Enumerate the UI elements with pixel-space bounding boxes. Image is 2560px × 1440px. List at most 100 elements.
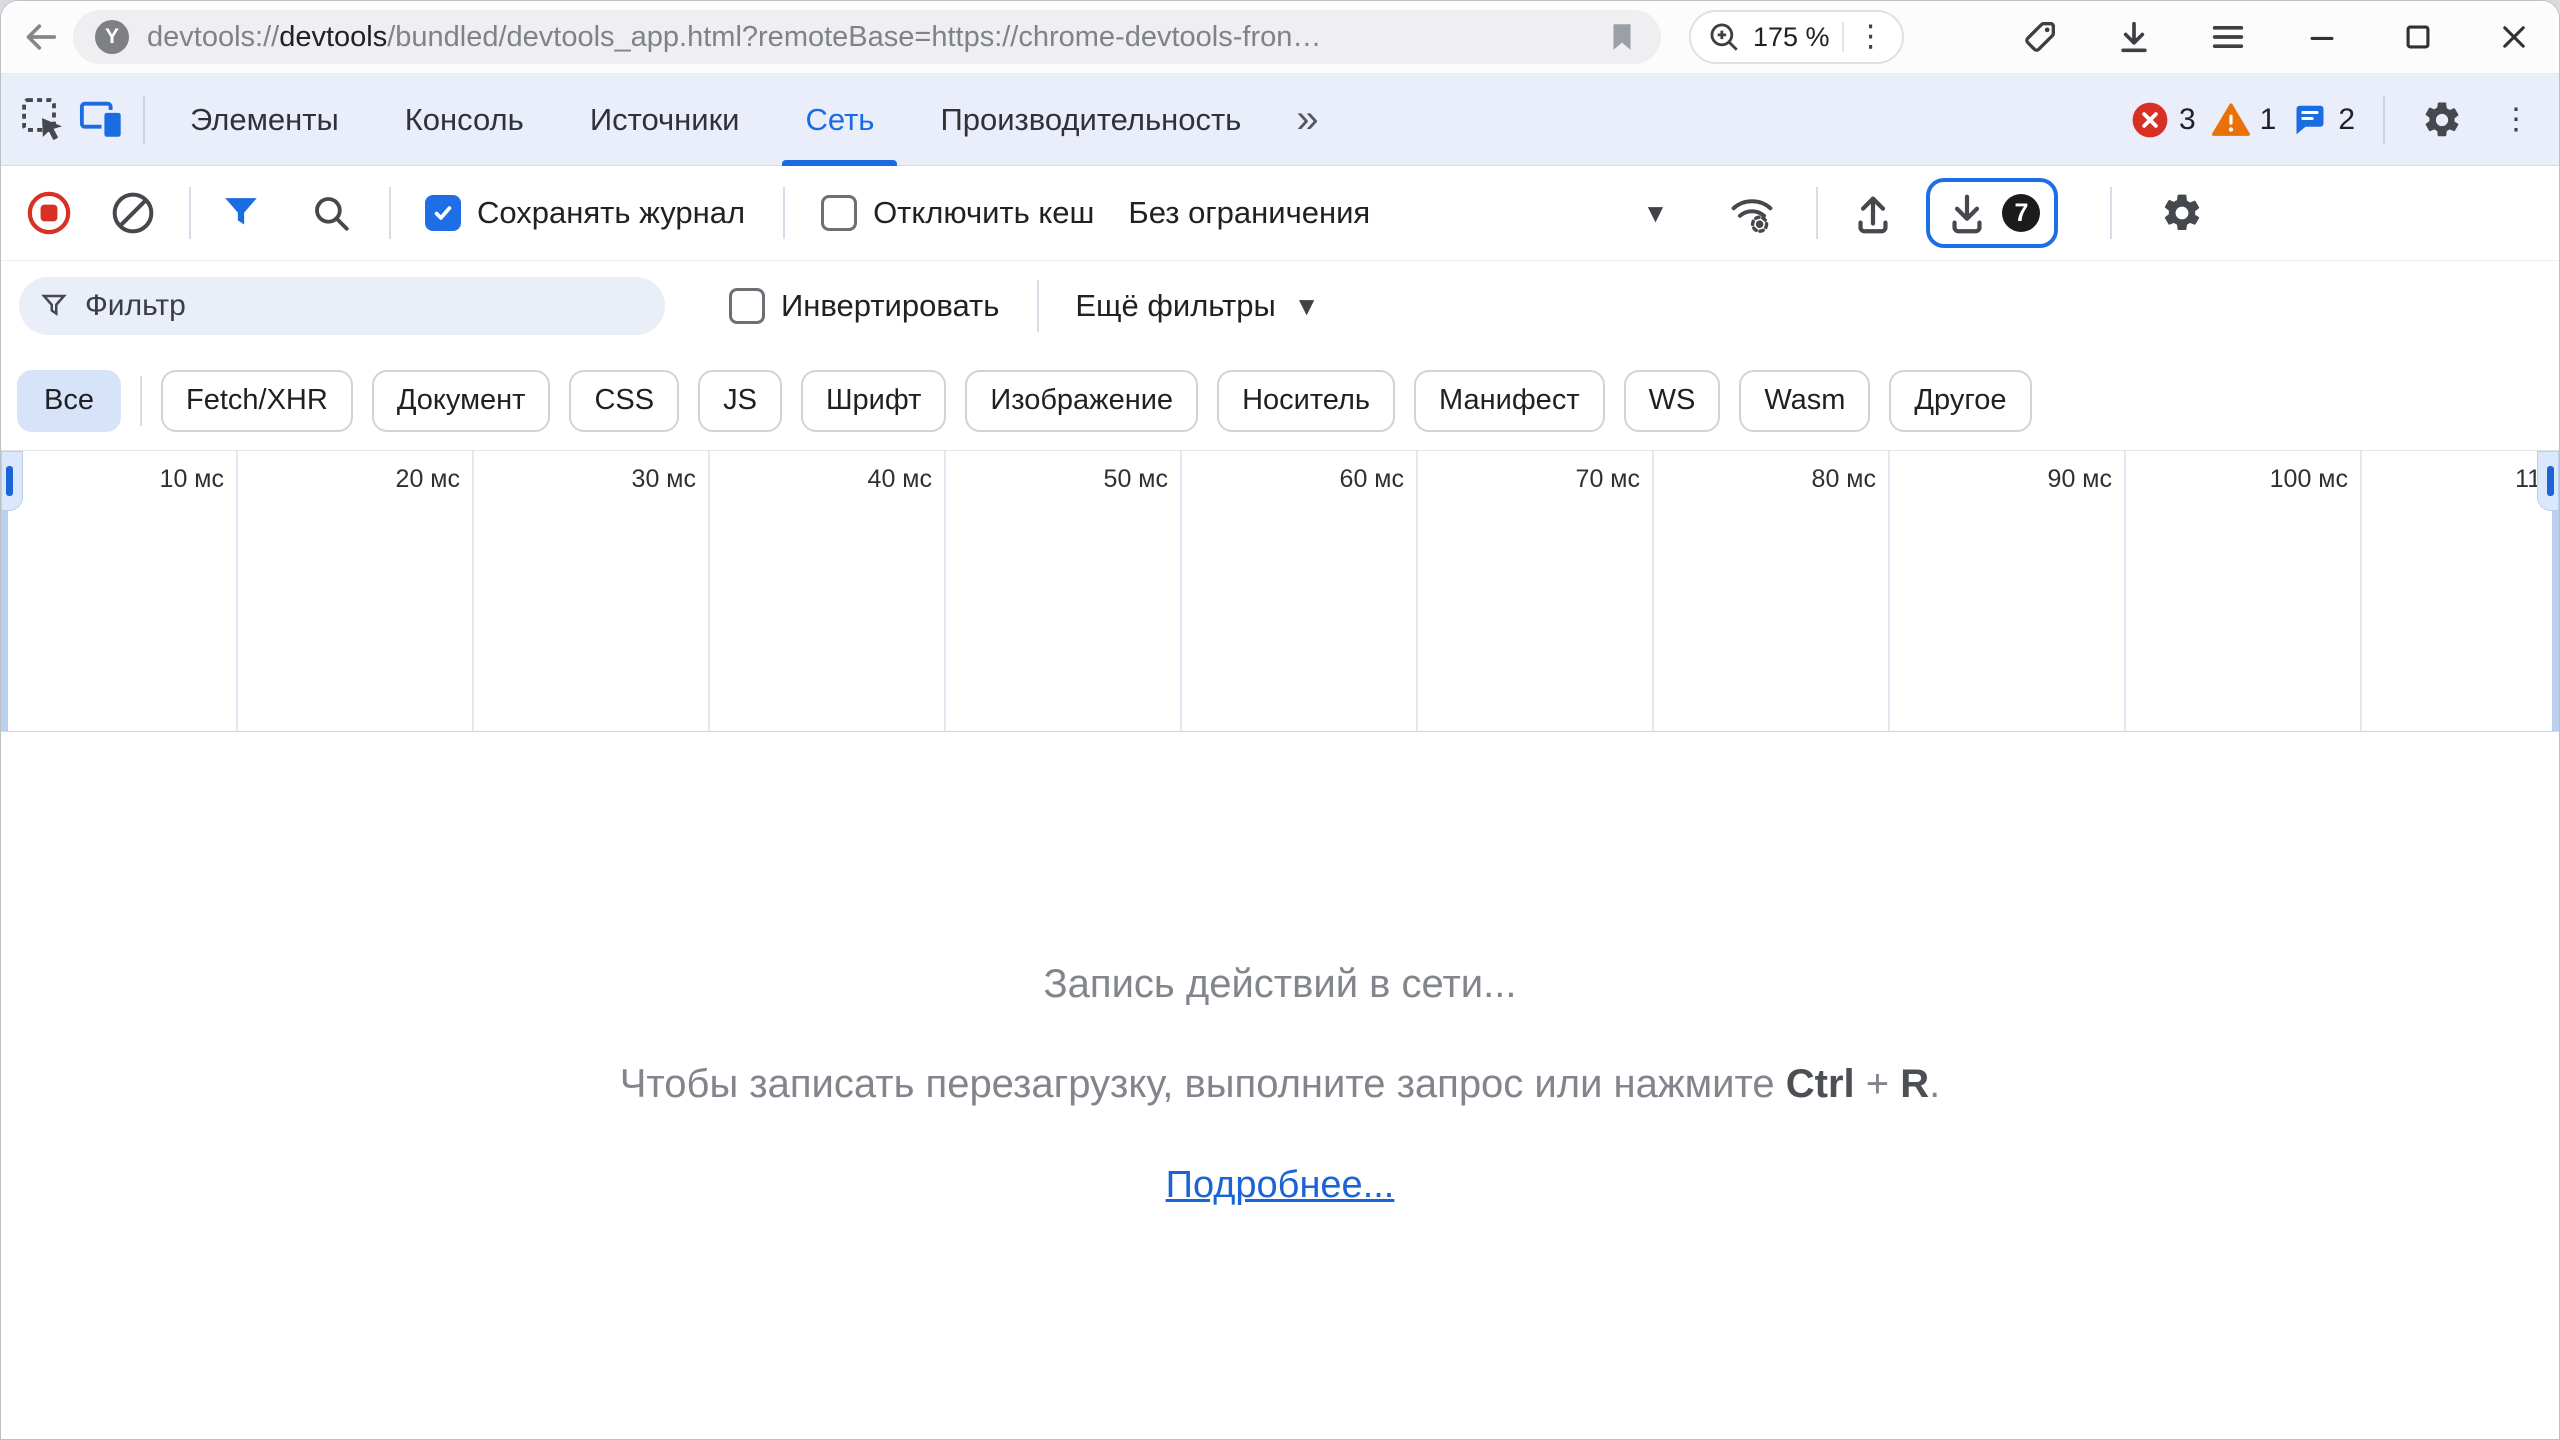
tab-performance[interactable]: Производительность	[907, 74, 1274, 166]
divider	[389, 187, 391, 239]
browser-menu-button[interactable]	[2205, 14, 2251, 60]
network-overview-timeline[interactable]: 10 мс 20 мс 30 мс 40 мс 50 мс 60 мс 70 м…	[1, 451, 2559, 732]
download-count-badge: 7	[2002, 194, 2040, 232]
inspect-cursor-icon	[21, 97, 67, 143]
chevron-down-icon[interactable]: ▼	[1294, 291, 1320, 322]
messages-icon	[2292, 102, 2328, 138]
overview-left-handle[interactable]	[1, 451, 8, 731]
network-settings-button[interactable]	[2152, 183, 2212, 243]
device-toolbar-toggle[interactable]	[73, 91, 131, 149]
empty-state-hint: Чтобы записать перезагрузку, выполните з…	[1, 1062, 2559, 1107]
chip-media[interactable]: Носитель	[1217, 370, 1395, 432]
ruler-tick: 30 мс	[474, 451, 710, 731]
site-favicon: Y	[95, 20, 129, 54]
r-key-label: R	[1900, 1062, 1929, 1106]
filter-input[interactable]	[85, 289, 645, 323]
import-har-button[interactable]	[1844, 184, 1902, 242]
error-count: 3	[2179, 103, 2196, 137]
wifi-gear-icon	[1728, 189, 1776, 237]
warning-counter[interactable]: 1	[2212, 101, 2277, 139]
chevron-down-icon: ▼	[1643, 198, 1669, 229]
divider	[143, 96, 145, 144]
network-empty-state: Запись действий в сети... Чтобы записать…	[1, 732, 2559, 1439]
ruler-tick: 70 мс	[1418, 451, 1654, 731]
ctrl-key-label: Ctrl	[1786, 1062, 1855, 1106]
divider	[2110, 187, 2112, 239]
ruler-tick: 80 мс	[1654, 451, 1890, 731]
downloads-button[interactable]	[2111, 14, 2157, 60]
chip-ws[interactable]: WS	[1624, 370, 1721, 432]
filter-input-container	[19, 277, 665, 335]
search-icon	[310, 192, 352, 234]
ruler-tick: 110	[2362, 451, 2559, 731]
ruler-tick: 10 мс	[1, 451, 238, 731]
chip-wasm[interactable]: Wasm	[1739, 370, 1870, 432]
minimize-button[interactable]	[2299, 14, 2345, 60]
upload-icon	[1850, 190, 1896, 236]
close-button[interactable]	[2491, 14, 2537, 60]
divider	[140, 376, 142, 426]
empty-state-title: Запись действий в сети...	[1, 962, 2559, 1007]
throttling-select[interactable]: Без ограничения ▼	[1128, 195, 1668, 231]
error-counter[interactable]: 3	[2131, 101, 2196, 139]
devtools-settings-button[interactable]	[2413, 91, 2471, 149]
divider	[189, 187, 191, 239]
kebab-menu-icon: ⋮	[2501, 105, 2531, 135]
tab-label: Производительность	[940, 102, 1241, 138]
record-network-log-button[interactable]	[21, 185, 77, 241]
tab-sources[interactable]: Источники	[557, 74, 773, 166]
tab-console[interactable]: Консоль	[372, 74, 557, 166]
chip-js[interactable]: JS	[698, 370, 782, 432]
zoom-menu-icon[interactable]: ⋮	[1856, 22, 1886, 52]
maximize-icon	[2401, 20, 2435, 54]
more-tabs-chevron-icon[interactable]: »	[1274, 97, 1340, 142]
url-text: devtools://devtools/bundled/devtools_app…	[147, 21, 1321, 54]
export-har-button[interactable]: 7	[1926, 178, 2058, 248]
clear-network-log-button[interactable]	[105, 185, 161, 241]
zoom-in-icon	[1707, 20, 1741, 54]
warning-count: 1	[2260, 103, 2277, 137]
devtools-menu-button[interactable]: ⋮	[2487, 91, 2545, 149]
tab-network[interactable]: Сеть	[772, 74, 907, 166]
learn-more-link[interactable]: Подробнее...	[1166, 1164, 1395, 1207]
device-toolbar-icon	[79, 97, 125, 143]
chip-manifest[interactable]: Манифест	[1414, 370, 1605, 432]
back-button[interactable]	[15, 11, 67, 63]
network-conditions-button[interactable]	[1722, 183, 1782, 243]
address-bar[interactable]: Y devtools://devtools/bundled/devtools_a…	[73, 10, 1661, 64]
warning-icon	[2212, 101, 2250, 139]
back-arrow-icon	[21, 17, 61, 57]
bookmark-icon[interactable]	[1605, 20, 1639, 54]
ruler-tick: 90 мс	[1890, 451, 2126, 731]
disable-cache-label: Отключить кеш	[873, 195, 1094, 231]
invert-filter-checkbox[interactable]	[729, 288, 765, 324]
browser-window: Y devtools://devtools/bundled/devtools_a…	[0, 0, 2560, 1440]
ruler-tick: 20 мс	[238, 451, 474, 731]
error-icon	[2131, 101, 2169, 139]
devtools-tab-bar: Элементы Консоль Источники Сеть Производ…	[1, 74, 2559, 166]
preserve-log-checkbox[interactable]	[425, 195, 461, 231]
chip-fetch-xhr[interactable]: Fetch/XHR	[161, 370, 353, 432]
preserve-log-label: Сохранять журнал	[477, 195, 745, 231]
ruler-tick: 100 мс	[2126, 451, 2362, 731]
download-har-icon	[1944, 190, 1990, 236]
chip-css[interactable]: CSS	[569, 370, 679, 432]
search-button[interactable]	[303, 185, 359, 241]
chip-font[interactable]: Шрифт	[801, 370, 946, 432]
issues-counter[interactable]: 2	[2292, 102, 2355, 138]
collections-button[interactable]	[2017, 14, 2063, 60]
gear-icon	[2160, 191, 2204, 235]
disable-cache-checkbox[interactable]	[821, 195, 857, 231]
zoom-control[interactable]: 175 % ⋮	[1689, 10, 1904, 64]
chip-all[interactable]: Все	[17, 370, 121, 432]
funnel-icon	[39, 291, 69, 321]
chip-document[interactable]: Документ	[372, 370, 551, 432]
more-filters-label[interactable]: Ещё фильтры	[1075, 288, 1275, 324]
chip-other[interactable]: Другое	[1889, 370, 2031, 432]
filter-toggle-button[interactable]	[213, 185, 269, 241]
overview-right-handle[interactable]	[2552, 451, 2559, 731]
tab-elements[interactable]: Элементы	[157, 74, 372, 166]
maximize-button[interactable]	[2395, 14, 2441, 60]
inspect-element-button[interactable]	[15, 91, 73, 149]
chip-image[interactable]: Изображение	[965, 370, 1198, 432]
